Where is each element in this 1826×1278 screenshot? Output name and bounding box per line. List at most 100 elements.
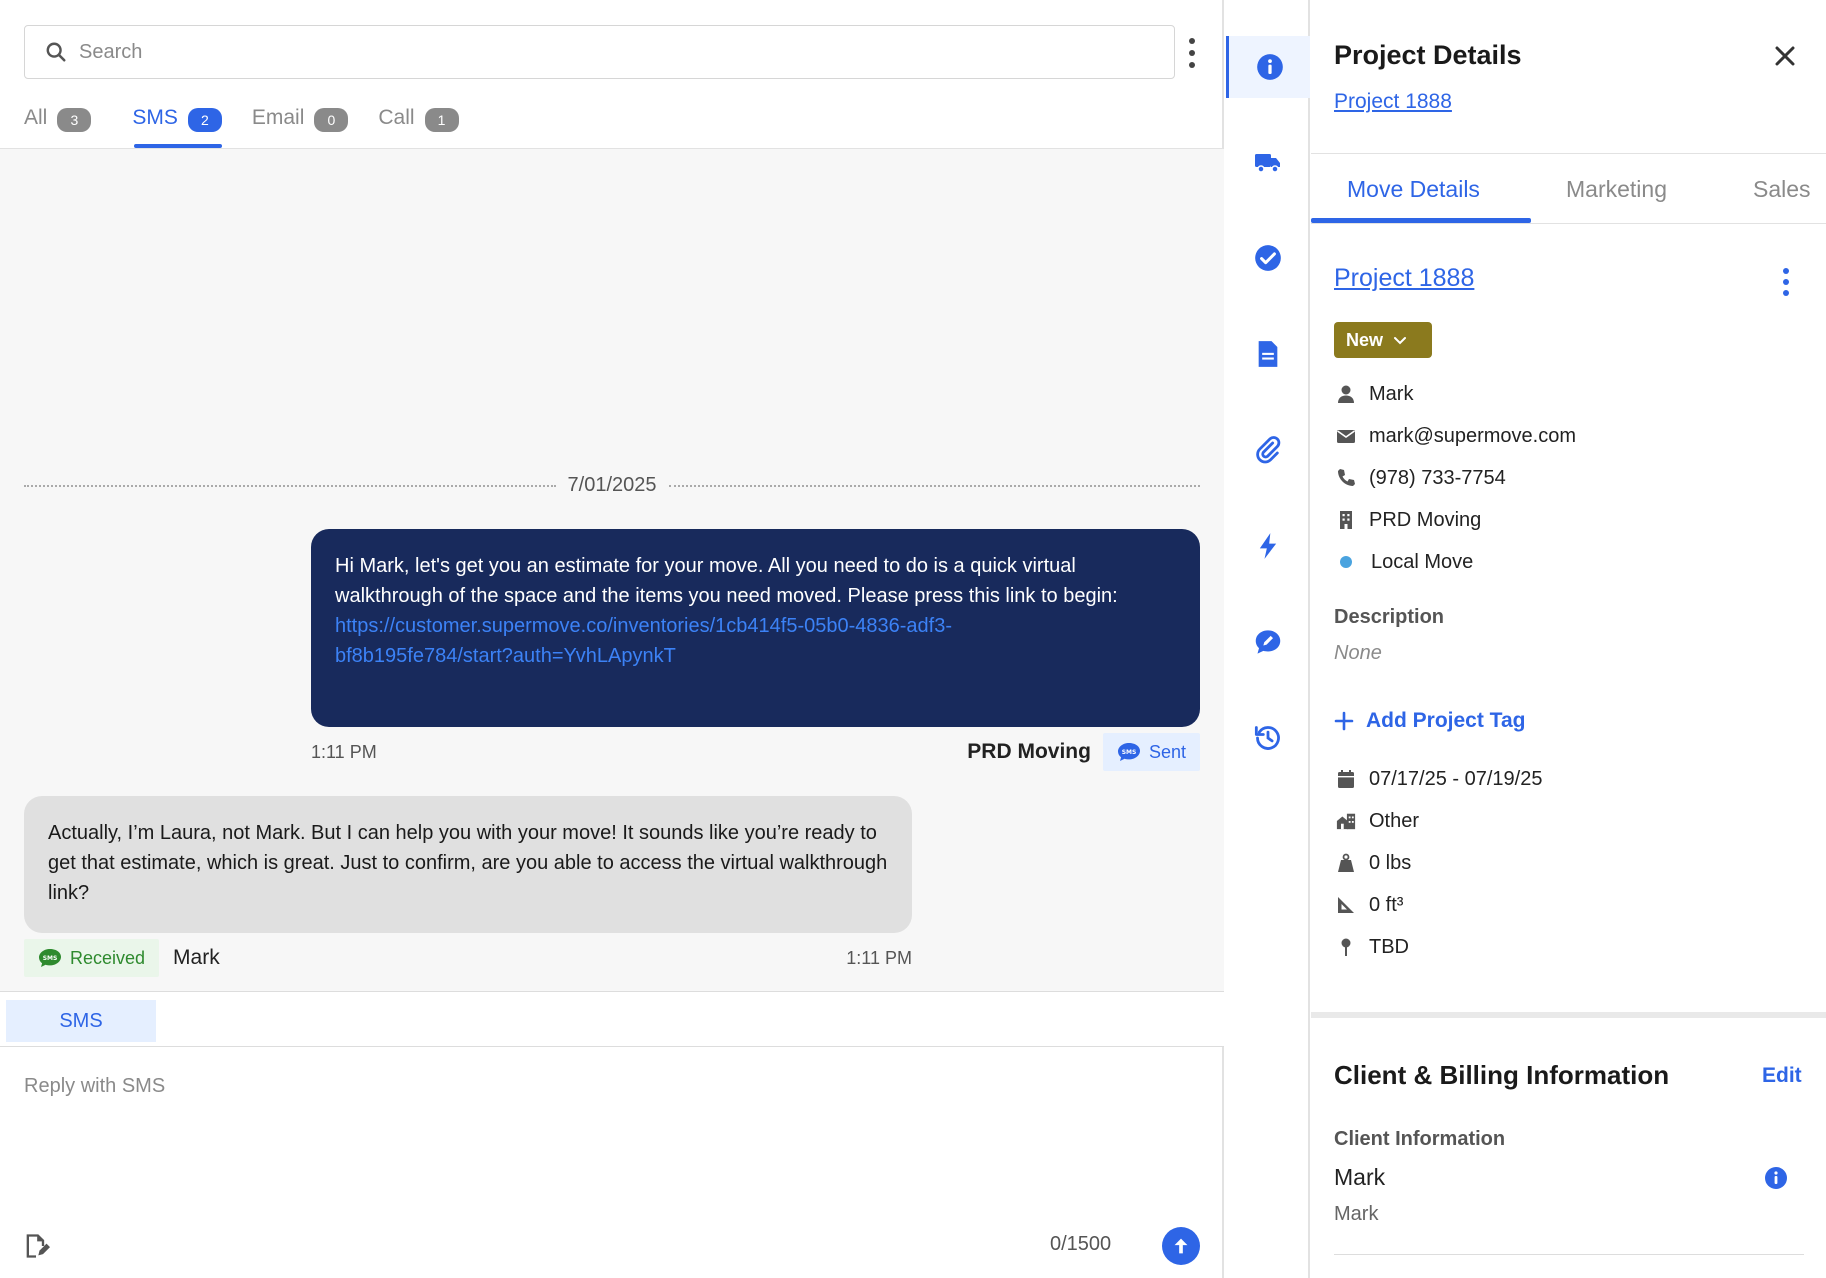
rail-automation-button[interactable] [1226,516,1310,576]
tab-marketing[interactable]: Marketing [1566,176,1667,203]
incoming-message-bubble: Actually, I’m Laura, not Mark. But I can… [24,796,912,933]
rail-tasks-button[interactable] [1226,228,1310,288]
ruler-triangle-icon [1338,897,1354,913]
volume-row: 0 ft³ [1334,893,1403,917]
rail-notes-button[interactable] [1226,612,1310,672]
move-type-row: Local Move [1334,550,1473,574]
app-root: All 3 SMS 2 Email 0 Call 1 7/01/2025 [0,0,1826,1278]
edit-billing-button[interactable]: Edit [1762,1064,1802,1088]
message-thread[interactable]: 7/01/2025 Hi Mark, let's get you an esti… [0,149,1224,991]
volume-value: 0 ft³ [1369,893,1404,916]
incoming-message-meta: SMS Received Mark 1:11 PM [24,939,912,977]
weight-value: 0 lbs [1369,851,1412,874]
message-text: Hi Mark, let's get you an estimate for y… [335,555,1118,607]
info-icon [1256,54,1283,80]
close-icon[interactable] [1773,44,1797,68]
tab-sms[interactable]: SMS 2 [132,100,222,148]
sender-name: Mark [173,946,220,969]
reply-input[interactable] [24,1075,1124,1098]
divider [1334,1254,1804,1255]
message-time: 1:11 PM [311,741,377,762]
count-badge: 0 [314,108,349,132]
sms-icon: SMS [39,949,61,967]
message-time: 1:11 PM [846,947,912,968]
link-line-1: https://customer.supermove.co/inventorie… [335,615,953,637]
svg-text:SMS: SMS [1122,749,1137,756]
project-title-link[interactable]: Project 1888 [1334,264,1474,293]
rail-info-button[interactable] [1226,36,1310,98]
count-badge: 2 [187,108,222,132]
composer-channel-bar: SMS [0,991,1224,1047]
building-type: Other [1369,809,1420,832]
client-name-row: Mark [1334,382,1413,406]
calendar-icon [1338,770,1354,788]
message-text: Actually, I’m Laura, not Mark. But I can… [48,822,888,904]
tab-label: Call [378,106,415,129]
phone-icon [1338,469,1355,486]
send-button[interactable] [1162,1227,1200,1265]
estimate-link[interactable]: https://customer.supermove.co/inventorie… [335,611,1176,671]
client-phone[interactable]: (978) 733-7754 [1369,467,1506,490]
billing-section-title: Client & Billing Information [1334,1060,1670,1090]
description-value: None [1334,642,1382,664]
sent-status-badge: SMS Sent [1102,733,1200,771]
document-icon [1258,341,1278,367]
tab-email[interactable]: Email 0 [252,100,349,148]
arrow-up-icon [1174,1238,1188,1254]
tab-move-details[interactable]: Move Details [1347,176,1480,203]
rail-attachments-button[interactable] [1226,420,1310,480]
project-link-header[interactable]: Project 1888 [1334,90,1452,114]
tab-label: All [24,106,48,129]
search-box[interactable] [24,25,1175,79]
outgoing-message-meta: 1:11 PM PRD Moving SMS Sent [311,733,1200,771]
building-type-row: Other [1334,809,1419,833]
sms-icon: SMS [1117,743,1140,761]
more-options-icon[interactable] [1182,38,1202,68]
details-icon-rail [1226,0,1310,1278]
move-dates: 07/17/25 - 07/19/25 [1369,767,1543,790]
composer-tab-sms[interactable]: SMS [6,1000,156,1042]
add-tag-label: Add Project Tag [1366,709,1526,732]
tab-label: SMS [132,106,178,129]
email-row: mark@supermove.com [1334,424,1576,448]
rail-history-button[interactable] [1226,708,1310,768]
billing-client-name: Mark [1334,1164,1386,1190]
move-type-dot [1340,556,1352,568]
svg-text:SMS: SMS [43,955,58,962]
sender-name: PRD Moving [967,740,1091,763]
active-tab-indicator [1311,218,1531,223]
template-icon[interactable] [22,1232,50,1260]
dates-row: 07/17/25 - 07/19/25 [1334,767,1542,791]
project-options-icon[interactable] [1781,268,1791,296]
move-type: Local Move [1371,550,1474,573]
client-email[interactable]: mark@supermove.com [1369,425,1576,448]
chevron-down-icon [1394,337,1407,345]
add-project-tag-button[interactable]: Add Project Tag [1334,709,1525,733]
tab-sales[interactable]: Sales [1753,176,1811,203]
client-name: Mark [1369,382,1414,405]
plus-icon [1334,711,1354,731]
tab-call[interactable]: Call 1 [378,100,459,148]
rail-documents-button[interactable] [1226,324,1310,384]
status-label: Sent [1148,741,1186,762]
count-badge: 1 [424,108,459,132]
envelope-icon [1337,430,1355,443]
map-pin-icon [1341,938,1351,956]
location-row: TBD [1334,935,1409,959]
weight-row: 0 lbs [1334,851,1411,875]
tab-label: Email [251,106,305,129]
count-badge: 3 [57,108,92,132]
received-status-badge: SMS Received [24,939,160,977]
person-icon [1338,385,1354,403]
details-tabs: Move Details Marketing Sales [1311,154,1826,224]
search-icon [46,42,66,62]
communication-panel: All 3 SMS 2 Email 0 Call 1 7/01/2025 [0,0,1224,1278]
status-dropdown[interactable]: New [1334,322,1432,358]
rail-truck-button[interactable] [1226,132,1310,192]
info-icon[interactable] [1764,1166,1788,1190]
tab-all[interactable]: All 3 [24,100,92,148]
search-input[interactable] [79,40,1079,64]
outgoing-message-bubble: Hi Mark, let's get you an estimate for y… [311,529,1200,727]
panel-title: Project Details [1334,40,1522,70]
status-label: Received [70,947,146,968]
